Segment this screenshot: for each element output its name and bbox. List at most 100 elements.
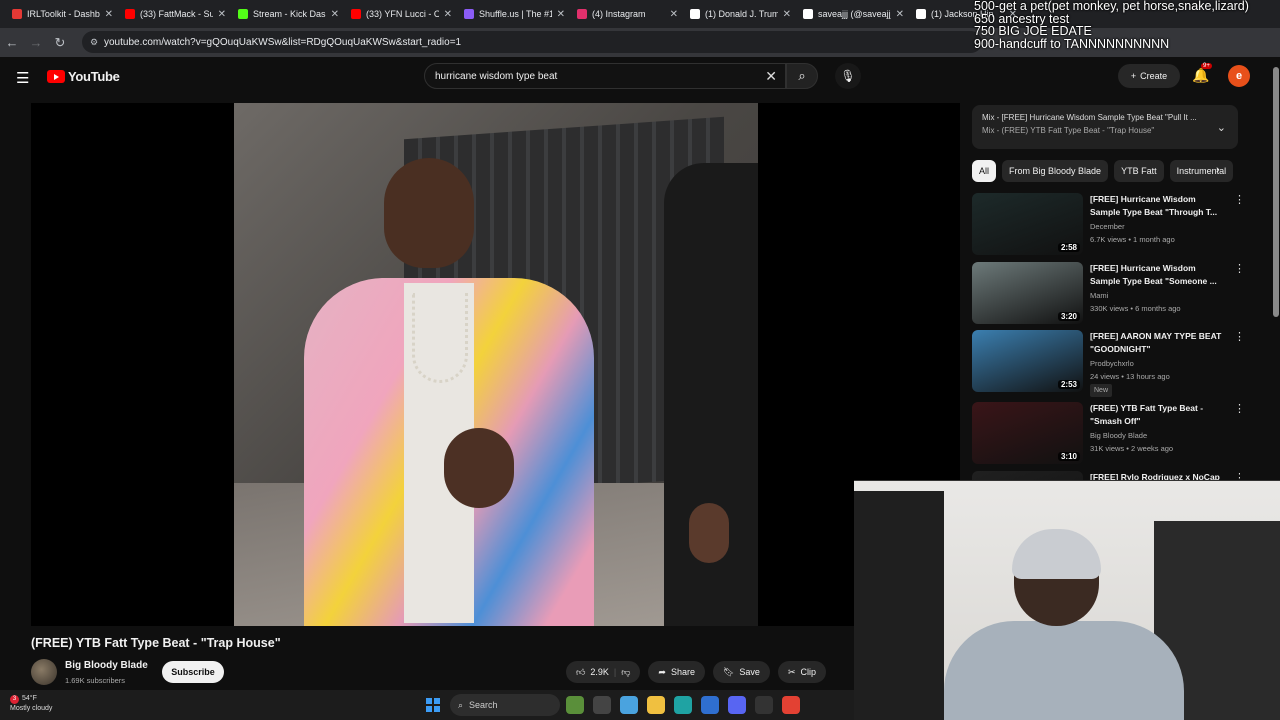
share-button[interactable]: ➦ Share [648, 661, 705, 683]
filter-chip[interactable]: From Big Bloody Blade [1002, 160, 1109, 182]
chevron-down-icon[interactable]: ⌄ [1217, 121, 1226, 134]
forward-icon[interactable]: → [24, 35, 48, 50]
recommended-channel[interactable]: Mami [1090, 289, 1225, 302]
close-tab-icon[interactable]: ✕ [218, 9, 226, 20]
voice-search-button[interactable]: 🎙 [835, 63, 861, 89]
windows-start-icon[interactable] [426, 698, 440, 712]
close-tab-icon[interactable]: ✕ [557, 9, 565, 20]
clear-search-icon[interactable]: ✕ [765, 68, 777, 85]
browser-tab[interactable]: (1) Donald J. Trum ✕ [684, 0, 797, 28]
webcam-streamer-body [944, 621, 1184, 720]
clip-button[interactable]: ✂ Clip [777, 661, 826, 683]
recommended-channel[interactable]: Prodbychxrlo [1090, 357, 1225, 370]
copilot-icon[interactable] [620, 696, 638, 714]
search-input[interactable]: hurricane wisdom type beat ✕ [424, 63, 786, 89]
video-thumbnail[interactable]: 2:58 [972, 193, 1083, 255]
browser-tab[interactable]: saveajjj (@saveajjj ✕ [797, 0, 910, 28]
browser-tab[interactable]: (33) YFN Lucci - O ✕ [345, 0, 458, 28]
save-label: Save [739, 667, 760, 677]
video-subject [294, 158, 624, 626]
close-tab-icon[interactable]: ✕ [331, 9, 339, 20]
subject-head [384, 158, 474, 268]
site-info-icon[interactable]: ⚙ [90, 37, 98, 48]
tab-label: Stream - Kick Dash [253, 9, 326, 19]
chrome-icon[interactable] [782, 696, 800, 714]
scrollbar-thumb[interactable] [1273, 67, 1279, 317]
app-icon[interactable] [755, 696, 773, 714]
taskbar-search-label: Search [469, 700, 498, 710]
like-count: 2.9K [590, 667, 609, 677]
thumbs-down-icon[interactable]: 👎︎ [621, 667, 630, 678]
close-tab-icon[interactable]: ✕ [670, 9, 678, 20]
weather-widget[interactable]: 3 54°F Mostly cloudy [10, 694, 52, 714]
recommended-channel[interactable]: Big Bloody Blade [1090, 429, 1225, 442]
recommended-title[interactable]: [FREE] AARON MAY TYPE BEAT "GOODNIGHT" [1090, 330, 1225, 356]
channel-name[interactable]: Big Bloody Blade [65, 660, 148, 671]
video-thumbnail[interactable]: 3:10 [972, 402, 1083, 464]
channel-avatar[interactable] [31, 659, 57, 685]
discord-icon[interactable] [728, 696, 746, 714]
youtube-logo[interactable]: YouTube [47, 69, 120, 84]
reload-icon[interactable]: ↻ [48, 35, 72, 51]
recommended-title[interactable]: (FREE) YTB Fatt Type Beat - "Smash Off" [1090, 402, 1225, 428]
like-button[interactable]: 👍︎ 2.9K | 👎︎ [566, 661, 641, 683]
video-player[interactable] [31, 103, 960, 626]
edge-icon[interactable] [674, 696, 692, 714]
recommended-video[interactable]: 2:53 [FREE] AARON MAY TYPE BEAT "GOODNIGH… [972, 330, 1245, 397]
filter-chip[interactable]: Instrumental [1169, 160, 1234, 182]
widgets-icon[interactable] [566, 696, 584, 714]
close-tab-icon[interactable]: ✕ [444, 9, 452, 20]
recommended-title[interactable]: [FREE] Hurricane Wisdom Sample Type Beat… [1090, 193, 1225, 219]
chevron-right-icon[interactable]: › [1216, 164, 1220, 176]
browser-tab[interactable]: IRLToolkit - Dashb ✕ [6, 0, 119, 28]
more-options-icon[interactable]: ⋮ [1234, 330, 1245, 343]
more-options-icon[interactable]: ⋮ [1234, 402, 1245, 415]
instagram-icon [577, 9, 587, 19]
menu-icon[interactable]: ☰ [16, 69, 29, 87]
notifications-button[interactable]: 🔔 9+ [1192, 63, 1212, 84]
close-tab-icon[interactable]: ✕ [896, 9, 904, 20]
store-icon[interactable] [701, 696, 719, 714]
more-options-icon[interactable]: ⋮ [1234, 193, 1245, 206]
taskbar-search[interactable]: ⌕ Search [450, 694, 560, 716]
playlist-title: Mix - [FREE] Hurricane Wisdom Sample Typ… [982, 113, 1197, 122]
filter-chip[interactable]: YTB Fatt [1114, 160, 1164, 182]
video-thumbnail[interactable]: 2:53 [972, 330, 1083, 392]
browser-tab[interactable]: Shuffle.us | The #1 ✕ [458, 0, 571, 28]
tab-label: (4) Instagram [592, 9, 646, 19]
filter-chip[interactable]: All [972, 160, 997, 182]
x-icon [916, 9, 926, 19]
create-button[interactable]: + Create [1118, 64, 1180, 88]
file-explorer-icon[interactable] [647, 696, 665, 714]
back-icon[interactable]: ← [0, 35, 24, 50]
search-icon: ⌕ [458, 699, 464, 710]
more-options-icon[interactable]: ⋮ [1234, 262, 1245, 275]
video-thumbnail[interactable]: 3:20 [972, 262, 1083, 324]
recommended-video[interactable]: 3:10 (FREE) YTB Fatt Type Beat - "Smash O… [972, 402, 1245, 466]
browser-tab[interactable]: (4) Instagram ✕ [571, 0, 684, 28]
recommended-video[interactable]: 2:58 [FREE] Hurricane Wisdom Sample Type … [972, 193, 1245, 257]
recommended-channel[interactable]: December [1090, 220, 1225, 233]
url-field[interactable]: ⚙ youtube.com/watch?v=gQOuqUaKWSw&list=R… [82, 31, 982, 53]
scissors-icon: ✂ [787, 666, 796, 677]
duration-badge: 2:53 [1057, 380, 1080, 389]
mix-playlist-header[interactable]: Mix - [FREE] Hurricane Wisdom Sample Typ… [972, 105, 1238, 149]
youtube-play-icon [47, 70, 65, 83]
search-button[interactable]: ⌕ [786, 63, 818, 89]
recommended-video[interactable]: 3:20 [FREE] Hurricane Wisdom Sample Type … [972, 262, 1245, 326]
youtube-icon [125, 9, 135, 19]
recommended-title[interactable]: [FREE] Hurricane Wisdom Sample Type Beat… [1090, 262, 1225, 288]
save-button[interactable]: 🔖︎ Save [712, 661, 770, 683]
tiktok-icon [803, 9, 813, 19]
chain-necklace [412, 293, 468, 383]
youtube-header: ☰ YouTube hurricane wisdom type beat ✕ ⌕… [0, 57, 1272, 97]
page-scrollbar[interactable] [1272, 57, 1280, 477]
task-view-icon[interactable] [593, 696, 611, 714]
subscribe-button[interactable]: Subscribe [162, 661, 224, 683]
close-tab-icon[interactable]: ✕ [783, 9, 791, 20]
close-tab-icon[interactable]: ✕ [105, 9, 113, 20]
search-query: hurricane wisdom type beat [435, 70, 558, 82]
account-avatar[interactable]: e [1228, 65, 1250, 87]
browser-tab[interactable]: Stream - Kick Dash ✕ [232, 0, 345, 28]
browser-tab[interactable]: (33) FattMack - Su ✕ [119, 0, 232, 28]
